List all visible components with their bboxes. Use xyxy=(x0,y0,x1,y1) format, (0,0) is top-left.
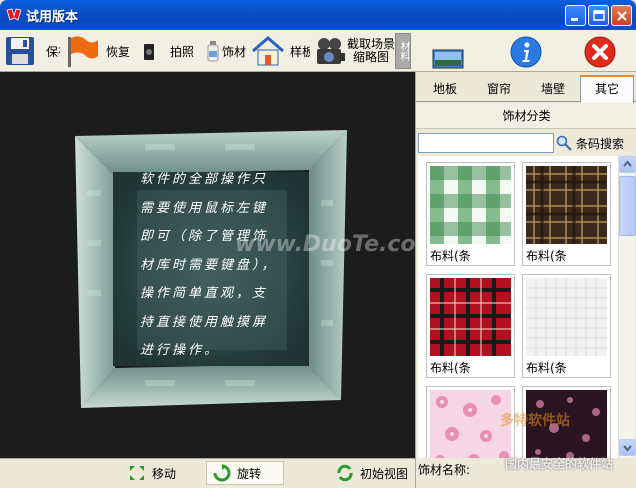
material-tile[interactable]: 布料(条 xyxy=(426,274,515,378)
save-button[interactable]: 保存 xyxy=(4,32,60,70)
arrow-up-icon xyxy=(623,160,632,167)
capture-thumbnail-button[interactable]: 截取场景 缩略图 xyxy=(314,32,395,70)
white-weave-swatch xyxy=(526,278,607,356)
minimize-icon xyxy=(571,18,578,21)
close-button[interactable] xyxy=(611,5,632,26)
scroll-up-button[interactable] xyxy=(619,156,636,173)
material-label: 饰材 xyxy=(222,44,247,59)
toolbar: 保存 恢复 拍照 饰材 样板 截取场景 缩略图 材料 xyxy=(0,30,636,72)
material-tile-label: 布料(条 xyxy=(430,249,471,263)
brown-plaid-swatch xyxy=(526,166,607,244)
exit-icon xyxy=(584,36,616,68)
red-tartan-swatch xyxy=(430,278,511,356)
view-control-bar: 移动 旋转 初始视图 xyxy=(0,458,415,488)
help-line: 需要使用鼠标左键 xyxy=(140,200,269,216)
initial-view-label: 初始视图 xyxy=(360,466,409,481)
material-scrollbar[interactable] xyxy=(618,156,636,458)
material-tile-label: 布料(条 xyxy=(526,249,567,263)
pink-floral-swatch xyxy=(430,390,511,458)
green-gingham-swatch xyxy=(430,166,511,244)
photo-label: 拍照 xyxy=(170,44,195,59)
corner-watermark: 多特软件站 xyxy=(500,413,570,429)
floppy-disk-icon xyxy=(6,37,34,65)
tab-curtain[interactable]: 窗帘 xyxy=(474,77,524,102)
minimize-button[interactable] xyxy=(565,5,586,26)
barcode-search-input[interactable] xyxy=(418,133,554,153)
info-button[interactable] xyxy=(509,33,543,71)
help-line: 软件的全部操作只 xyxy=(140,172,269,187)
magnifier-icon xyxy=(556,135,572,151)
tab-floor[interactable]: 地板 xyxy=(420,77,470,102)
rotate-label: 旋转 xyxy=(237,466,262,481)
move-button[interactable]: 移动 xyxy=(122,461,182,485)
info-icon xyxy=(510,36,542,68)
move-arrows-icon xyxy=(130,466,144,480)
sample-label: 样板 xyxy=(290,44,310,59)
scene-viewport[interactable]: www.DuoTe.com 软件的全部操作只 需要使用鼠标左键 即可（除了管理饰… xyxy=(0,72,439,458)
flag-icon xyxy=(68,36,98,67)
screen-icon xyxy=(432,49,464,69)
help-line: 即可（除了管理饰 xyxy=(140,229,269,244)
rotate-button[interactable]: 旋转 xyxy=(206,461,285,485)
material-tile-label: 布料(条 xyxy=(430,361,471,375)
camera-icon xyxy=(144,44,154,60)
material-tile-label: 布料(条 xyxy=(526,361,567,375)
video-camera-icon xyxy=(317,38,345,64)
help-line: 进行操作。 xyxy=(140,343,221,358)
save-label: 保存 xyxy=(46,44,60,59)
side-tab-toggle[interactable]: 材料 xyxy=(395,33,411,69)
barcode-search-button[interactable]: 条码搜索 xyxy=(556,132,624,154)
close-icon xyxy=(617,11,627,21)
exit-button[interactable] xyxy=(583,33,617,71)
help-line: 操作简单直观，支 xyxy=(140,286,269,301)
photo-button[interactable]: 拍照 xyxy=(142,32,194,70)
scroll-down-button[interactable] xyxy=(619,439,636,456)
scroll-thumb[interactable] xyxy=(619,176,636,236)
window-title: 试用版本 xyxy=(26,10,79,25)
app-logo-icon xyxy=(6,8,22,21)
refresh-icon xyxy=(337,464,353,482)
initial-view-button[interactable]: 初始视图 xyxy=(330,461,414,485)
material-tile[interactable]: 布料(条 xyxy=(522,274,611,378)
paint-bottle-icon xyxy=(207,41,219,62)
corner-watermark-sub: 国内最安全的软件站 xyxy=(505,457,614,471)
maximize-button[interactable] xyxy=(588,5,609,26)
maximize-icon xyxy=(593,10,605,21)
category-button[interactable]: 饰材分类 xyxy=(416,103,636,129)
material-tile[interactable]: 布料(条 xyxy=(426,162,515,266)
material-button[interactable]: 饰材 xyxy=(206,32,248,70)
house-icon xyxy=(252,36,284,66)
help-line: 持直接使用触摸屏 xyxy=(140,314,269,330)
barcode-search-label: 条码搜索 xyxy=(576,136,625,151)
tab-other[interactable]: 其它 xyxy=(580,75,634,103)
help-line: 材库时需要键盘）， xyxy=(140,257,278,273)
title-bar: 试用版本 xyxy=(0,0,636,30)
move-label: 移动 xyxy=(152,466,177,481)
restore-button[interactable]: 恢复 xyxy=(64,32,134,70)
material-tile[interactable]: 布料(条 xyxy=(522,162,611,266)
sample-button[interactable]: 样板 xyxy=(250,32,310,70)
material-name-label: 饰材名称: xyxy=(418,463,471,477)
arrow-down-icon xyxy=(623,445,632,452)
category-tabs: 地板 窗帘 墙壁 其它 xyxy=(416,74,636,103)
rotate-icon xyxy=(213,464,231,482)
tab-wall[interactable]: 墙壁 xyxy=(528,77,578,102)
restore-label: 恢复 xyxy=(106,44,131,59)
help-text: 软件的全部操作只 需要使用鼠标左键 即可（除了管理饰 材库时需要键盘）， 操作简… xyxy=(140,166,300,366)
capture-label-line2: 缩略图 xyxy=(353,50,390,64)
